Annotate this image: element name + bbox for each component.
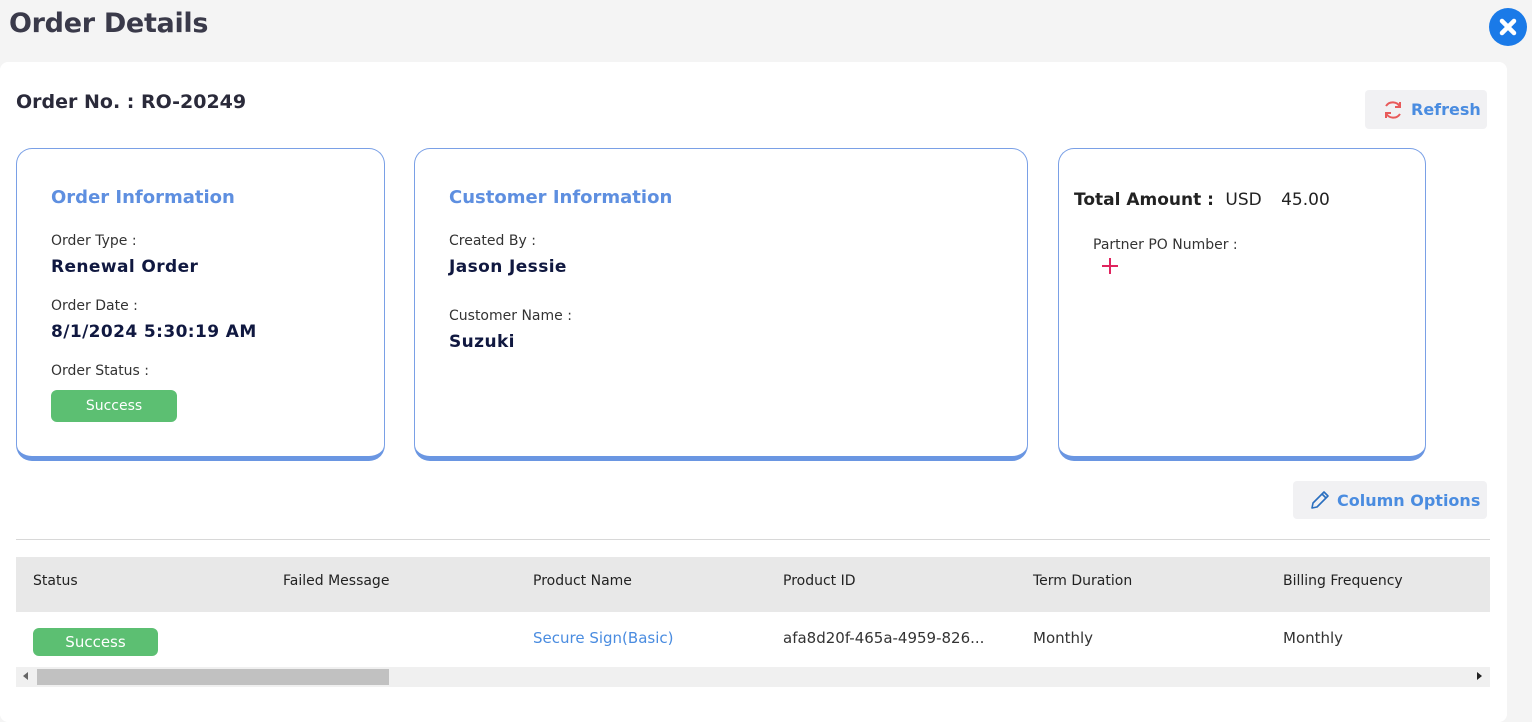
customer-name-label: Customer Name : xyxy=(449,308,572,324)
order-type-label: Order Type : xyxy=(51,233,137,249)
table-header: Status Failed Message Product Name Produ… xyxy=(16,557,1490,612)
row-term-duration: Monthly xyxy=(1033,629,1094,647)
total-amount-label: Total Amount : xyxy=(1074,190,1214,210)
plus-icon[interactable] xyxy=(1101,257,1119,275)
close-button[interactable] xyxy=(1489,8,1527,46)
row-status-badge: Success xyxy=(33,628,158,656)
order-information-title: Order Information xyxy=(51,187,235,208)
partner-po-label: Partner PO Number : xyxy=(1093,237,1238,253)
order-date-label: Order Date : xyxy=(51,298,138,314)
scroll-left-arrow-icon[interactable] xyxy=(23,672,28,680)
order-information-card: Order Information Order Type : Renewal O… xyxy=(16,148,385,461)
customer-name-value: Suzuki xyxy=(449,332,515,352)
order-date-value: 8/1/2024 5:30:19 AM xyxy=(51,322,257,342)
pencil-icon xyxy=(1311,491,1329,509)
row-billing-frequency: Monthly xyxy=(1283,629,1344,647)
scrollbar-thumb[interactable] xyxy=(37,669,389,685)
divider xyxy=(16,539,1490,540)
column-header-failed-message[interactable]: Failed Message xyxy=(283,573,389,589)
table-row: Success Secure Sign(Basic) afa8d20f-465a… xyxy=(16,612,1490,667)
column-header-product-name[interactable]: Product Name xyxy=(533,573,632,589)
page-title: Order Details xyxy=(9,8,209,39)
customer-information-card: Customer Information Created By : Jason … xyxy=(414,148,1028,461)
close-icon xyxy=(1499,18,1517,36)
totals-card: Total Amount : USD 45.00 Partner PO Numb… xyxy=(1058,148,1426,461)
column-header-billing-frequency[interactable]: Billing Frequency xyxy=(1283,573,1403,589)
row-product-id: afa8d20f-465a-4959-826... xyxy=(783,629,985,647)
column-header-term-duration[interactable]: Term Duration xyxy=(1033,573,1132,589)
status-badge: Success xyxy=(51,390,177,422)
created-by-value: Jason Jessie xyxy=(449,257,567,277)
row-product-name-link[interactable]: Secure Sign(Basic) xyxy=(533,629,673,647)
created-by-label: Created By : xyxy=(449,233,536,249)
column-header-status[interactable]: Status xyxy=(33,573,78,589)
refresh-label: Refresh xyxy=(1411,100,1481,119)
currency: USD xyxy=(1225,190,1262,210)
column-options-label: Column Options xyxy=(1337,490,1481,510)
column-options-button[interactable]: Column Options xyxy=(1293,481,1487,519)
order-status-label: Order Status : xyxy=(51,363,150,379)
scroll-right-arrow-icon[interactable] xyxy=(1477,672,1482,680)
total-amount-value: 45.00 xyxy=(1281,190,1330,210)
order-type-value: Renewal Order xyxy=(51,257,199,277)
customer-information-title: Customer Information xyxy=(449,187,673,208)
refresh-button[interactable]: Refresh xyxy=(1365,90,1487,129)
refresh-icon xyxy=(1385,100,1401,119)
column-header-product-id[interactable]: Product ID xyxy=(783,573,856,589)
total-amount: Total Amount : USD 45.00 xyxy=(1074,190,1330,210)
order-number: Order No. : RO-20249 xyxy=(16,91,247,113)
horizontal-scrollbar[interactable] xyxy=(16,667,1490,687)
